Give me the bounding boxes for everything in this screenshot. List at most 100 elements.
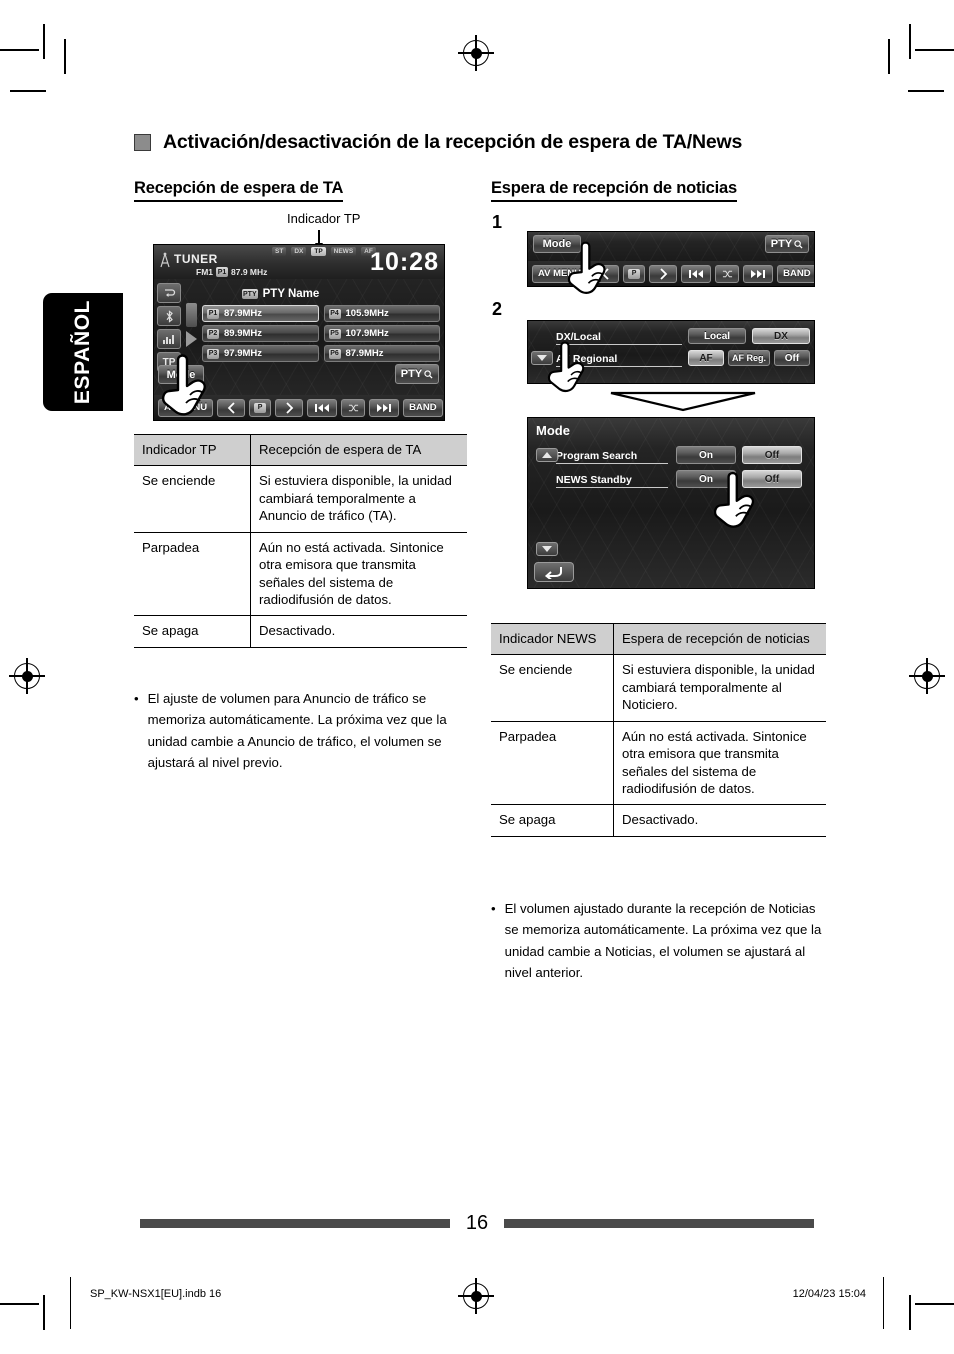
preset-frequency: 105.9MHz (345, 308, 389, 319)
registration-mark-bottom (458, 1278, 494, 1314)
option-on-button[interactable]: On (676, 470, 736, 488)
pty-name-display: PTY PTY Name (242, 288, 319, 300)
note-news-volume: • El volumen ajustado durante la recepci… (491, 898, 833, 984)
preset-button[interactable]: P6 87.9MHz (323, 345, 440, 362)
preset-p-button[interactable]: P (249, 398, 272, 417)
crop-mark (0, 49, 39, 51)
table-header-cell: Indicador TP (134, 433, 251, 467)
option-off-button[interactable]: Off (742, 446, 802, 464)
track-back-button[interactable] (307, 398, 338, 417)
status-indicator-st: ST (272, 247, 287, 256)
p-chip: P (628, 268, 641, 279)
table-row: Se enciende Si estuviera disponible, la … (134, 465, 467, 533)
mode-button[interactable]: Mode (533, 235, 581, 253)
note-text: El ajuste de volumen para Anuncio de trá… (147, 691, 447, 771)
table-cell-description: Si estuviera disponible, la unidad cambi… (250, 465, 467, 533)
table-header-row: Indicador NEWS Espera de recepción de no… (491, 622, 826, 656)
preset-number: P4 (328, 308, 341, 319)
caption-pointer-arrow (315, 230, 322, 250)
clock-display: 10:28 (370, 248, 439, 276)
status-indicator-tp: TP (311, 247, 326, 256)
next-chevron-button[interactable] (649, 264, 678, 283)
preset-p-button[interactable]: P (623, 264, 646, 283)
preset-number: P2 (207, 328, 219, 339)
preset-frequency: 97.9MHz (224, 348, 263, 359)
tuner-screen-illustration: TUNER FM1 P1 87.9 MHz ST DX TP NEWS AF 1… (153, 244, 445, 421)
random-button[interactable] (715, 264, 740, 283)
track-back-button[interactable] (681, 264, 712, 283)
flow-chevron-icon (610, 391, 756, 412)
note-ta-volume: • El ajuste de volumen para Anuncio de t… (134, 688, 474, 774)
pty-chip: PTY (242, 289, 258, 299)
band-button[interactable]: BAND (403, 398, 443, 417)
table-header-row: Indicador TP Recepción de espera de TA (134, 433, 467, 467)
option-off-button[interactable]: Off (774, 350, 810, 366)
scroll-up-arrow-button[interactable] (536, 448, 558, 462)
news-indicator-table: Indicador NEWS Espera de recepción de no… (491, 622, 826, 837)
option-af-reg-button[interactable]: AF Reg. (728, 350, 770, 366)
option-af-button[interactable]: AF (688, 350, 724, 366)
preset-frequency: 89.9MHz (224, 328, 263, 339)
setting-row-news-standby: NEWS Standby On Off (556, 470, 810, 488)
antenna-icon (160, 252, 170, 268)
scroll-down-arrow-button[interactable] (531, 351, 553, 365)
table-cell-state: Se apaga (134, 615, 251, 648)
preset-frequency: 87.9MHz (345, 348, 384, 359)
option-dx-button[interactable]: DX (752, 328, 810, 344)
setting-row-program-search: Program Search On Off (556, 446, 810, 464)
equalizer-icon[interactable] (157, 329, 181, 349)
option-on-button[interactable]: On (676, 446, 736, 464)
band-label: FM1 (196, 267, 213, 277)
table-cell-description: Si estuviera disponible, la unidad cambi… (613, 654, 826, 722)
crop-mark (10, 90, 46, 92)
band-button[interactable]: BAND (777, 264, 814, 283)
bluetooth-icon[interactable] (157, 306, 181, 326)
table-cell-state: Parpadea (134, 531, 251, 617)
table-row: Se apaga Desactivado. (491, 804, 826, 837)
registration-mark-left (9, 658, 45, 694)
next-chevron-button[interactable] (275, 398, 304, 417)
table-cell-description: Desactivado. (613, 804, 826, 837)
setting-row-dx-local: DX/Local Local DX (556, 327, 810, 345)
preset-button[interactable]: P2 89.9MHz (202, 325, 319, 342)
section-heading-news: Espera de recepción de noticias (491, 179, 737, 202)
preset-button[interactable]: P3 97.9MHz (202, 345, 319, 362)
folio-rule-right (504, 1219, 815, 1228)
preset-number: P6 (328, 348, 341, 359)
screen-side-icon-column: TP (157, 283, 181, 372)
preset-frequency: 107.9MHz (345, 328, 389, 339)
manual-page: ESPAÑOL Activación/desactivación de la r… (0, 0, 954, 1354)
frequency-label: 87.9 MHz (231, 267, 268, 277)
status-indicator-dx: DX (291, 247, 307, 256)
transport-bar: AV MENU P BAND (154, 395, 444, 420)
av-menu-button[interactable]: AV MENU (158, 398, 214, 417)
band-frequency-readout: FM1 P1 87.9 MHz (196, 267, 267, 277)
preset-button[interactable]: P5 107.9MHz (323, 325, 440, 342)
option-local-button[interactable]: Local (688, 328, 746, 344)
bullet-icon: • (491, 901, 496, 916)
note-text: El volumen ajustado durante la recepción… (504, 901, 822, 981)
previous-chevron-button[interactable] (591, 264, 620, 283)
return-icon[interactable] (534, 562, 574, 582)
track-forward-button[interactable] (743, 264, 774, 283)
scroll-right-caret-icon[interactable] (186, 331, 197, 347)
scrollbar-thumb[interactable] (186, 303, 197, 327)
scroll-down-arrow-button[interactable] (536, 542, 558, 556)
table-cell-state: Se apaga (491, 804, 614, 837)
pty-search-button[interactable]: PTY (395, 364, 439, 384)
track-forward-button[interactable] (369, 398, 400, 417)
language-tab: ESPAÑOL (43, 293, 123, 411)
mode-button[interactable]: Mode (158, 365, 204, 384)
preset-button[interactable]: P4 105.9MHz (323, 305, 440, 322)
pty-search-button[interactable]: PTY (765, 235, 809, 253)
imprint-divider (882, 1277, 884, 1329)
av-menu-button[interactable]: AV MENU (532, 264, 588, 283)
list-icon[interactable] (157, 283, 181, 303)
previous-chevron-button[interactable] (217, 398, 246, 417)
caption-indicador-tp: Indicador TP (287, 211, 361, 226)
step2-settings-screen-a: DX/Local Local DX AF Regional AF AF Reg.… (527, 320, 815, 384)
random-button[interactable] (341, 398, 366, 417)
preset-button[interactable]: P1 87.9MHz (202, 305, 319, 322)
option-off-button[interactable]: Off (742, 470, 802, 488)
status-indicator-row: ST DX TP NEWS AF (272, 247, 376, 256)
